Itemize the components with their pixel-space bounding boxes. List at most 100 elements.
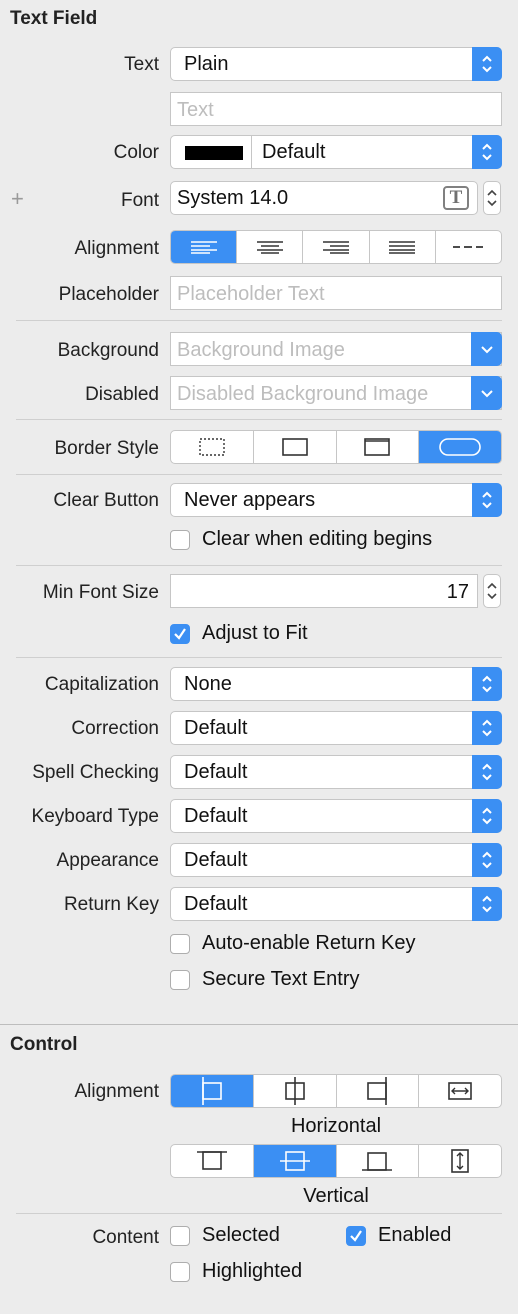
popup-stepper-icon bbox=[472, 135, 502, 169]
align-justified-icon bbox=[389, 241, 416, 254]
horizontal-alignment-segmented[interactable] bbox=[170, 1074, 502, 1108]
popup-stepper-icon bbox=[472, 711, 502, 745]
text-input-placeholder: Text bbox=[177, 99, 214, 121]
text-input[interactable]: Text bbox=[170, 92, 502, 126]
clear-when-editing-checkbox[interactable] bbox=[170, 530, 190, 550]
vertical-center-segment[interactable] bbox=[252, 1145, 336, 1177]
appearance-popup[interactable]: Default bbox=[170, 843, 502, 877]
divider bbox=[16, 419, 502, 420]
border-style-label: Border Style bbox=[54, 438, 159, 459]
min-font-size-stepper[interactable] bbox=[483, 574, 501, 608]
highlighted-label: Highlighted bbox=[202, 1260, 303, 1282]
secure-text-entry-label: Secure Text Entry bbox=[202, 968, 360, 990]
checkmark-icon bbox=[350, 1230, 362, 1242]
divider bbox=[16, 474, 502, 475]
align-center-segment[interactable] bbox=[236, 231, 302, 263]
divider bbox=[16, 657, 502, 658]
control-alignment-label: Alignment bbox=[74, 1081, 160, 1102]
align-horizontal-center-icon bbox=[284, 1077, 305, 1105]
spell-checking-value: Default bbox=[184, 761, 248, 783]
font-value: System 14.0 bbox=[177, 187, 289, 209]
border-bezel-segment[interactable] bbox=[335, 431, 419, 463]
border-line-segment[interactable] bbox=[252, 431, 336, 463]
vertical-alignment-segmented[interactable] bbox=[170, 1144, 502, 1178]
popup-stepper-icon bbox=[472, 667, 502, 701]
chevron-down-icon[interactable] bbox=[471, 376, 502, 410]
border-none-segment[interactable] bbox=[171, 431, 253, 463]
horizontal-fill-segment[interactable] bbox=[418, 1075, 501, 1107]
capitalization-value: None bbox=[184, 673, 232, 695]
divider bbox=[16, 320, 502, 321]
border-rounded-icon bbox=[439, 438, 481, 456]
horizontal-right-segment[interactable] bbox=[335, 1075, 419, 1107]
placeholder-input[interactable]: Placeholder Text bbox=[170, 276, 502, 310]
popup-stepper-icon bbox=[472, 47, 502, 81]
align-vertical-bottom-icon bbox=[362, 1152, 393, 1171]
disabled-image-placeholder: Disabled Background Image bbox=[177, 383, 429, 405]
content-label: Content bbox=[92, 1227, 159, 1248]
correction-label: Correction bbox=[71, 718, 159, 739]
min-font-size-value: 17 bbox=[446, 581, 469, 603]
text-alignment-segmented[interactable] bbox=[170, 230, 502, 264]
correction-popup[interactable]: Default bbox=[170, 711, 502, 745]
color-label: Color bbox=[113, 142, 159, 163]
border-rounded-segment[interactable] bbox=[418, 431, 501, 463]
color-divider bbox=[251, 136, 252, 168]
chevron-down-icon[interactable] bbox=[471, 332, 502, 366]
align-left-segment[interactable] bbox=[171, 231, 237, 263]
enabled-checkbox[interactable] bbox=[346, 1226, 366, 1246]
adjust-to-fit-checkbox[interactable] bbox=[170, 624, 190, 644]
return-key-value: Default bbox=[184, 893, 248, 915]
border-none-icon bbox=[199, 438, 225, 456]
font-picker-icon[interactable]: T bbox=[443, 186, 469, 210]
appearance-label: Appearance bbox=[56, 850, 159, 871]
popup-stepper-icon bbox=[472, 887, 502, 921]
return-key-popup[interactable]: Default bbox=[170, 887, 502, 921]
align-natural-icon bbox=[453, 246, 484, 248]
min-font-size-field[interactable]: 17 bbox=[170, 574, 478, 608]
align-vertical-fill-icon bbox=[451, 1149, 469, 1173]
align-natural-segment[interactable] bbox=[434, 231, 501, 263]
align-right-segment[interactable] bbox=[302, 231, 368, 263]
text-type-value: Plain bbox=[184, 53, 229, 75]
auto-enable-return-key-checkbox[interactable] bbox=[170, 934, 190, 954]
selected-checkbox[interactable] bbox=[170, 1226, 190, 1246]
vertical-bottom-segment[interactable] bbox=[335, 1145, 419, 1177]
disabled-image-combo[interactable]: Disabled Background Image bbox=[170, 376, 502, 410]
return-key-label: Return Key bbox=[63, 894, 159, 915]
font-field[interactable]: System 14.0 T bbox=[170, 181, 478, 215]
clear-button-popup[interactable]: Never appears bbox=[170, 483, 502, 517]
highlighted-checkbox[interactable] bbox=[170, 1262, 190, 1282]
placeholder-label: Placeholder bbox=[58, 284, 159, 305]
keyboard-type-popup[interactable]: Default bbox=[170, 799, 502, 833]
font-size-stepper[interactable] bbox=[483, 181, 501, 215]
correction-value: Default bbox=[184, 717, 248, 739]
text-type-popup[interactable]: Plain bbox=[170, 47, 502, 81]
divider bbox=[16, 1213, 502, 1214]
clear-when-editing-label: Clear when editing begins bbox=[202, 528, 433, 550]
popup-stepper-icon bbox=[472, 755, 502, 789]
vertical-fill-segment[interactable] bbox=[418, 1145, 501, 1177]
horizontal-center-segment[interactable] bbox=[252, 1075, 336, 1107]
disabled-label: Disabled bbox=[85, 384, 159, 405]
vertical-top-segment[interactable] bbox=[171, 1145, 253, 1177]
align-justified-segment[interactable] bbox=[368, 231, 435, 263]
align-horizontal-right-icon bbox=[367, 1077, 388, 1105]
adjust-to-fit-label: Adjust to Fit bbox=[202, 622, 308, 644]
align-horizontal-left-icon bbox=[202, 1077, 222, 1105]
secure-text-entry-checkbox[interactable] bbox=[170, 970, 190, 990]
color-popup[interactable]: Default bbox=[170, 135, 502, 169]
background-image-combo[interactable]: Background Image bbox=[170, 332, 502, 366]
min-font-size-label: Min Font Size bbox=[42, 582, 159, 603]
spell-checking-popup[interactable]: Default bbox=[170, 755, 502, 789]
border-style-segmented[interactable] bbox=[170, 430, 502, 464]
control-section-title: Control bbox=[10, 1034, 78, 1055]
add-font-variation-icon[interactable]: + bbox=[11, 186, 24, 212]
enabled-label: Enabled bbox=[378, 1224, 452, 1246]
appearance-value: Default bbox=[184, 849, 248, 871]
horizontal-left-segment[interactable] bbox=[171, 1075, 253, 1107]
keyboard-type-label: Keyboard Type bbox=[31, 806, 159, 827]
section-divider bbox=[0, 1024, 518, 1025]
divider bbox=[16, 565, 502, 566]
capitalization-popup[interactable]: None bbox=[170, 667, 502, 701]
